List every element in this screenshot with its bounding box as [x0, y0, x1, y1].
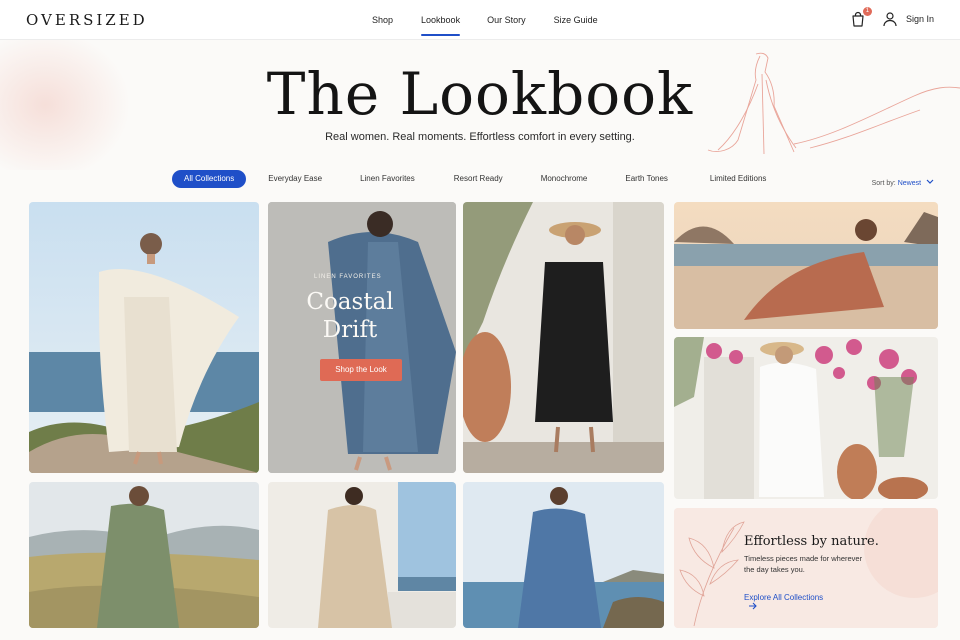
user-icon[interactable]: [882, 11, 898, 27]
main-nav: Shop Lookbook Our Story Size Guide: [372, 15, 598, 36]
page-subtitle: Real women. Real moments. Effortless com…: [325, 131, 635, 143]
explore-all-collections-link[interactable]: Explore All Collections: [744, 593, 823, 610]
lookbook-photo-sage-kaftan-meadow[interactable]: [29, 482, 259, 628]
cta-text: Timeless pieces made for wherever the da…: [744, 554, 863, 574]
collection-filters: All Collections Everyday Ease Linen Favo…: [172, 170, 778, 188]
lookbook-photo-black-dress-sunhat[interactable]: [463, 202, 664, 473]
promo-kicker: LINEN FAVORITES: [314, 274, 382, 280]
filter-limited-editions[interactable]: Limited Editions: [698, 170, 778, 188]
shop-the-look-button[interactable]: Shop the Look: [320, 359, 402, 381]
lookbook-photo-blue-dress-seaside[interactable]: [463, 482, 664, 628]
promo-title-line1: Coastal: [306, 289, 394, 315]
nav-shop[interactable]: Shop: [372, 15, 393, 36]
sort-control[interactable]: Sort by: Newest: [872, 179, 934, 187]
chevron-down-icon: [926, 179, 934, 184]
lookbook-photo-beige-dress-terrace[interactable]: [268, 482, 456, 628]
hero-section: The Lookbook Real women. Real moments. E…: [0, 40, 960, 170]
promo-card-coastal-drift[interactable]: LINEN FAVORITES Coastal Drift Shop the L…: [268, 202, 456, 473]
filter-everyday-ease[interactable]: Everyday Ease: [256, 170, 334, 188]
lookbook-photo-cream-kaftan-coast[interactable]: [29, 202, 259, 473]
filter-earth-tones[interactable]: Earth Tones: [613, 170, 680, 188]
arrow-right-icon: [749, 602, 757, 610]
nav-lookbook[interactable]: Lookbook: [421, 15, 461, 36]
sort-value: Newest: [897, 180, 922, 187]
cart-button[interactable]: 1: [850, 7, 872, 27]
filter-linen-favorites[interactable]: Linen Favorites: [348, 170, 427, 188]
cart-count-badge: 1: [862, 7, 872, 16]
nav-our-story[interactable]: Our Story: [487, 15, 526, 36]
lookbook-photo-terracotta-beach[interactable]: [674, 202, 938, 329]
explore-collections-card: Effortless by nature. Timeless pieces ma…: [674, 508, 938, 628]
promo-title-line2: Drift: [322, 317, 378, 343]
lookbook-photo-white-dress-bougainvillea[interactable]: [674, 337, 938, 499]
explore-link-label: Explore All Collections: [744, 593, 824, 602]
site-header: OVERSIZED Shop Lookbook Our Story Size G…: [0, 0, 960, 40]
cta-title: Effortless by nature.: [744, 534, 879, 549]
filter-monochrome[interactable]: Monochrome: [529, 170, 600, 188]
nav-size-guide[interactable]: Size Guide: [554, 15, 598, 36]
sign-in-link[interactable]: Sign In: [906, 14, 934, 24]
filter-all-collections[interactable]: All Collections: [172, 170, 247, 188]
page-title: The Lookbook: [266, 60, 694, 128]
promo-title: Coastal Drift: [268, 288, 456, 344]
header-actions: 1 Sign In: [850, 7, 934, 27]
sort-label: Sort by:: [871, 180, 896, 187]
brand-logo[interactable]: OVERSIZED: [26, 11, 148, 29]
filter-resort-ready[interactable]: Resort Ready: [442, 170, 515, 188]
